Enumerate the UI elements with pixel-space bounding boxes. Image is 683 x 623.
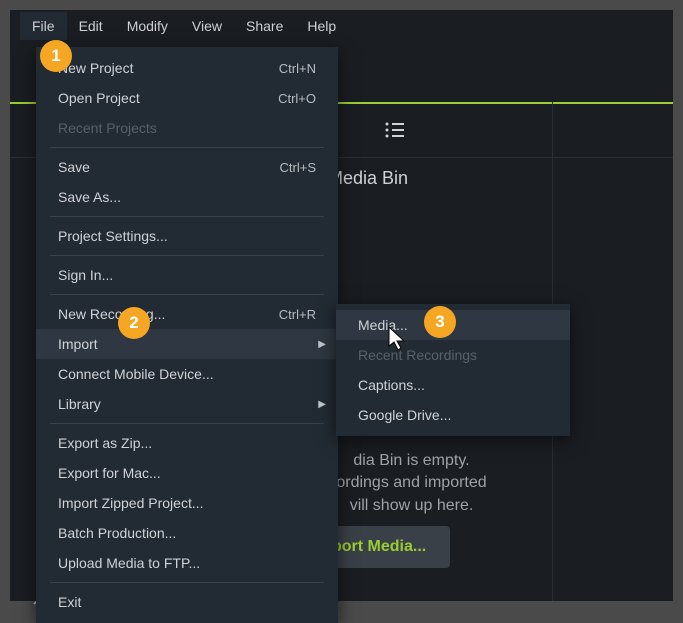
- mi-shortcut: Ctrl+O: [278, 91, 316, 106]
- menu-separator: [50, 294, 324, 295]
- mi-label: Export as Zip...: [58, 435, 152, 451]
- submenu-item-google-drive[interactable]: Google Drive...: [336, 400, 570, 430]
- submenu-arrow-icon: ▶: [318, 339, 326, 350]
- menu-separator: [50, 216, 324, 217]
- menu-separator: [50, 255, 324, 256]
- menu-separator: [50, 147, 324, 148]
- mouse-cursor-icon: [388, 326, 408, 352]
- menu-bar: File Edit Modify View Share Help: [10, 10, 673, 42]
- menu-item-batch-production[interactable]: Batch Production...: [36, 518, 338, 548]
- mi-label: Exit: [58, 594, 81, 610]
- menu-item-export-zip[interactable]: Export as Zip...: [36, 428, 338, 458]
- tab-list[interactable]: [340, 102, 450, 158]
- mi-label: Project Settings...: [58, 228, 168, 244]
- menu-item-sign-in[interactable]: Sign In...: [36, 260, 338, 290]
- mi-label: Library: [58, 396, 101, 412]
- menu-item-import-zipped[interactable]: Import Zipped Project...: [36, 488, 338, 518]
- menu-item-project-settings[interactable]: Project Settings...: [36, 221, 338, 251]
- menu-item-library[interactable]: Library ▶: [36, 389, 338, 419]
- mi-label: Recent Recordings: [358, 347, 477, 363]
- mi-label: Connect Mobile Device...: [58, 366, 214, 382]
- mi-label: Google Drive...: [358, 407, 451, 423]
- menu-item-new-recording[interactable]: New Recording... Ctrl+R: [36, 299, 338, 329]
- mi-label: Import: [58, 336, 98, 352]
- annotation-badge-2: 2: [118, 307, 150, 339]
- submenu-item-captions[interactable]: Captions...: [336, 370, 570, 400]
- mi-label: Save: [58, 159, 90, 175]
- mi-label: Sign In...: [58, 267, 113, 283]
- menu-share[interactable]: Share: [234, 12, 295, 40]
- mi-label: Batch Production...: [58, 525, 176, 541]
- menu-item-new-project[interactable]: New Project Ctrl+N: [36, 53, 338, 83]
- menu-item-open-project[interactable]: Open Project Ctrl+O: [36, 83, 338, 113]
- menu-modify[interactable]: Modify: [115, 12, 180, 40]
- menu-item-upload-ftp[interactable]: Upload Media to FTP...: [36, 548, 338, 578]
- menu-help[interactable]: Help: [295, 12, 348, 40]
- mi-label: Open Project: [58, 90, 140, 106]
- mi-label: Recent Projects: [58, 120, 157, 136]
- submenu-arrow-icon: ▶: [318, 399, 326, 410]
- menu-item-save[interactable]: Save Ctrl+S: [36, 152, 338, 182]
- mi-label: Upload Media to FTP...: [58, 555, 200, 571]
- mi-label: Export for Mac...: [58, 465, 161, 481]
- mi-label: Import Zipped Project...: [58, 495, 204, 511]
- menu-item-connect-mobile[interactable]: Connect Mobile Device...: [36, 359, 338, 389]
- menu-view[interactable]: View: [180, 12, 234, 40]
- menu-item-export-mac[interactable]: Export for Mac...: [36, 458, 338, 488]
- mi-shortcut: Ctrl+R: [279, 307, 316, 322]
- app-window: File Edit Modify View Share Help Media B…: [10, 10, 673, 601]
- submenu-item-recent-recordings: Recent Recordings: [336, 340, 570, 370]
- mi-label: Save As...: [58, 189, 121, 205]
- menu-edit[interactable]: Edit: [67, 12, 115, 40]
- menu-item-recent-projects: Recent Projects: [36, 113, 338, 143]
- list-icon: [384, 121, 406, 139]
- annotation-badge-3: 3: [424, 306, 456, 338]
- menu-item-save-as[interactable]: Save As...: [36, 182, 338, 212]
- media-bin-label: Media Bin: [328, 168, 408, 189]
- menu-item-exit[interactable]: Exit: [36, 587, 338, 617]
- mi-label: Captions...: [358, 377, 425, 393]
- annotation-badge-1: 1: [40, 40, 72, 72]
- menu-separator: [50, 423, 324, 424]
- file-menu-dropdown: New Project Ctrl+N Open Project Ctrl+O R…: [36, 47, 338, 623]
- mi-shortcut: Ctrl+S: [280, 160, 316, 175]
- menu-item-import[interactable]: Import ▶: [36, 329, 338, 359]
- menu-separator: [50, 582, 324, 583]
- menu-file[interactable]: File: [20, 12, 67, 40]
- mi-shortcut: Ctrl+N: [279, 61, 316, 76]
